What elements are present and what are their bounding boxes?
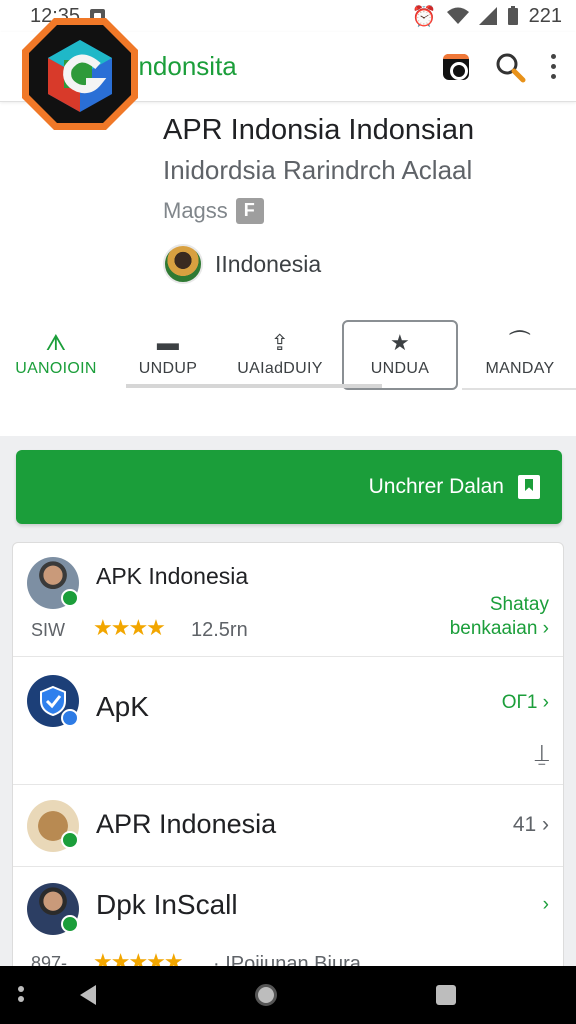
app-logo — [22, 18, 138, 130]
tab-5-label: MANDAY — [485, 360, 555, 377]
nav-menu-icon[interactable] — [18, 986, 24, 1002]
search-icon[interactable] — [493, 50, 527, 84]
alarm-icon: ⏰ — [411, 5, 437, 28]
tab-3-icon: ⇪ — [270, 330, 290, 355]
list-item-action[interactable]: 41 › — [513, 813, 549, 837]
verified-badge-icon — [61, 915, 79, 933]
list-item-title: ApK — [96, 691, 149, 722]
list-item-action[interactable]: Shatay benkaaian › — [450, 593, 549, 641]
list-item-rating: 12.5rn — [191, 619, 248, 641]
tab-bar: ᗑ UANOIOIN ▬ UNDUP ⇪ UAIadDUIY ★ UNDUA ⏜… — [0, 318, 576, 392]
verified-badge-icon — [61, 709, 79, 727]
signal-icon — [478, 7, 497, 25]
overflow-menu-icon[interactable] — [551, 54, 556, 79]
developer-name: IIndonesia — [215, 250, 322, 277]
list-item[interactable]: Dpk InScall › 897- ★★★★★ · IPojiunan Biu… — [13, 867, 563, 971]
camera-icon[interactable] — [443, 53, 469, 80]
system-nav-bar — [0, 966, 576, 1024]
share-icon[interactable]: ⍊ — [535, 742, 549, 766]
content-tag-label: Magss — [163, 198, 228, 223]
developer-link[interactable]: IIndonesia — [163, 244, 321, 284]
bookmark-icon — [518, 475, 540, 499]
list-item-price: SIW — [31, 620, 65, 640]
list-item-title: APR Indonesia — [96, 809, 277, 839]
nav-recents-icon[interactable] — [436, 985, 457, 1005]
rating-flag-icon — [235, 198, 264, 224]
verified-badge-icon — [61, 589, 79, 607]
list-item-title: APK Indonesia — [96, 563, 249, 589]
tab-1-label: UANOIOIN — [15, 360, 97, 377]
nav-back-icon[interactable] — [79, 985, 96, 1005]
battery-level: 221 — [528, 4, 562, 27]
tab-2[interactable]: ▬ UNDUP — [112, 318, 224, 392]
tab-4-icon: ★ — [389, 330, 411, 355]
list-item-action[interactable]: › — [543, 893, 549, 917]
tab-divider — [462, 388, 576, 390]
tab-1[interactable]: ᗑ UANOIOIN — [0, 318, 112, 392]
star-rating-icon: ★★★★ — [93, 615, 166, 640]
tab-5-icon: ⏜ — [509, 330, 531, 355]
wifi-icon — [446, 7, 469, 24]
list-item[interactable]: ApK ОГ1 › ⍊ — [13, 657, 563, 785]
app-list: APK Indonesia SIW ★★★★ 12.5rn Shatay ben… — [12, 542, 564, 972]
list-item[interactable]: APR Indonesia 41 › — [13, 785, 563, 867]
battery-icon — [507, 6, 518, 25]
tab-indicator — [126, 384, 382, 388]
list-item-action[interactable]: ОГ1 › — [502, 691, 549, 715]
nav-home-icon[interactable] — [254, 984, 277, 1006]
primary-action-label: Unchrer Dalan — [368, 475, 504, 498]
tab-3-label: UAIadDUIY — [237, 360, 323, 377]
tab-3[interactable]: ⇪ UAIadDUIY — [224, 318, 336, 392]
tab-2-label: UNDUP — [138, 360, 198, 377]
list-item[interactable]: APK Indonesia SIW ★★★★ 12.5rn Shatay ben… — [13, 543, 563, 657]
developer-avatar — [163, 244, 203, 284]
primary-action-button[interactable]: Unchrer Dalan — [16, 450, 562, 524]
verified-badge-icon — [61, 831, 79, 849]
tab-1-icon: ᗑ — [45, 330, 67, 355]
tab-5[interactable]: ⏜ MANDAY — [464, 318, 576, 392]
app-name: APR Indonsia Indonsian — [163, 114, 475, 146]
list-item-title: Dpk InScall — [96, 889, 238, 920]
content-tag: Magss — [163, 198, 264, 224]
app-subtitle: Inidordsia Rarindrch Aclaal — [163, 155, 473, 185]
tab-4[interactable]: ★ UNDUA — [342, 320, 458, 390]
tab-2-icon: ▬ — [156, 330, 180, 355]
tab-4-label: UNDUA — [370, 360, 430, 377]
